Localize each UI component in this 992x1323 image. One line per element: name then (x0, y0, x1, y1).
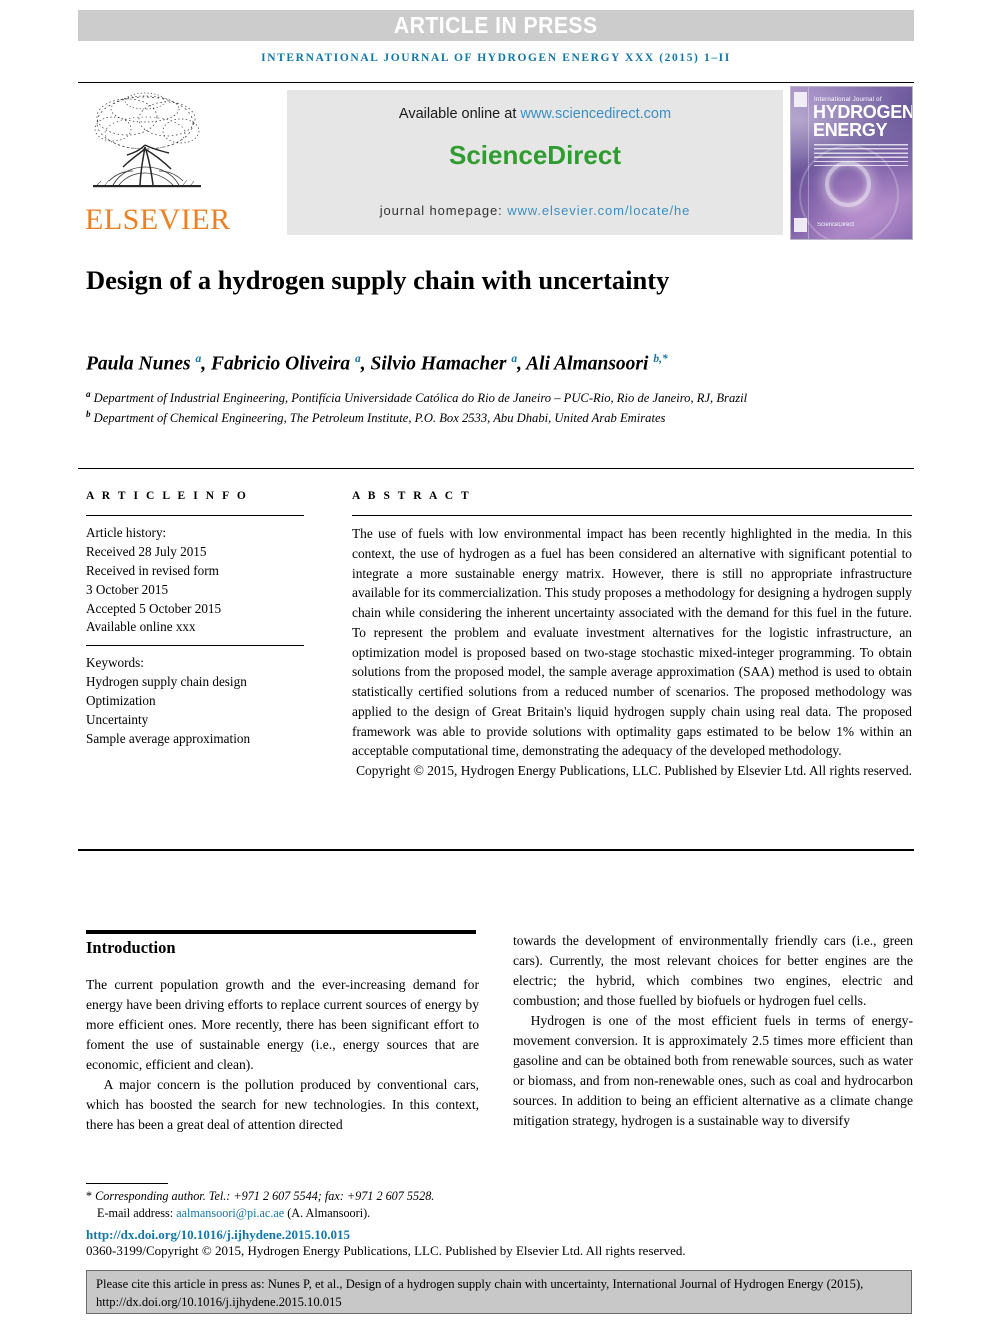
sciencedirect-banner: Available online at www.sciencedirect.co… (287, 90, 783, 235)
page-title: Design of a hydrogen supply chain with u… (86, 265, 670, 295)
cover-sciencedirect-mark: ScienceDirect (817, 222, 855, 228)
keyword-item: Optimization (86, 692, 156, 708)
paper-page: ARTICLE IN PRESS INTERNATIONAL JOURNAL O… (0, 0, 992, 1323)
affiliation-a-text: Department of Industrial Engineering, Po… (93, 391, 748, 406)
article-received: Received 28 July 2015 (86, 543, 207, 559)
journal-running-head: INTERNATIONAL JOURNAL OF HYDROGEN ENERGY… (261, 52, 731, 64)
intro-paragraph: towards the development of environmental… (513, 933, 913, 1009)
keywords-block: Keywords: Hydrogen supply chain design O… (86, 654, 326, 748)
email-link[interactable]: aalmansoori@pi.ac.ae (176, 1206, 284, 1220)
intro-paragraph: A major concern is the pollution produce… (86, 1077, 479, 1133)
article-available-online: Available online xxx (86, 619, 196, 635)
corresponding-author-note: * Corresponding author. Tel.: +971 2 607… (86, 1188, 546, 1205)
article-revised-date: 3 October 2015 (86, 581, 169, 597)
divider-below-abstract (78, 849, 914, 851)
journal-cover-thumbnail: International Journal of HYDROGEN ENERGY… (790, 86, 913, 240)
sciencedirect-text: ScienceDirect (449, 140, 621, 170)
article-accepted: Accepted 5 October 2015 (86, 600, 222, 616)
cite-this-article-box: Please cite this article in press as: Nu… (86, 1270, 912, 1314)
intro-paragraph: The current population growth and the ev… (86, 977, 479, 1073)
email-owner: (A. Almansoori). (284, 1206, 371, 1221)
intro-paragraph: Hydrogen is one of the most efficient fu… (513, 1013, 913, 1129)
keywords-rule (86, 645, 304, 646)
cover-ring-decoration (825, 161, 871, 207)
masthead: ELSEVIER Available online at www.science… (78, 82, 914, 241)
introduction-rule (86, 930, 476, 934)
affiliation-b-text: Department of Chemical Engineering, The … (93, 410, 666, 425)
author-list: Paula Nunes a, Fabricio Oliveira a, Silv… (86, 353, 668, 375)
journal-homepage-link[interactable]: www.elsevier.com/locate/he (507, 203, 690, 218)
journal-homepage-line: journal homepage: www.elsevier.com/locat… (287, 203, 783, 218)
article-revised-label: Received in revised form (86, 562, 219, 578)
corresponding-author-text: Corresponding author. Tel.: +971 2 607 5… (92, 1189, 435, 1203)
available-online-label: Available online at (398, 106, 521, 122)
abstract-rule (352, 515, 912, 516)
introduction-heading: Introduction (86, 938, 176, 957)
cover-title-line-2: ENERGY (813, 120, 888, 140)
affiliation-a: a Department of Industrial Engineering, … (86, 389, 748, 406)
email-label: E-mail address: (97, 1206, 177, 1221)
sciencedirect-url-link[interactable]: www.sciencedirect.com (520, 106, 671, 122)
body-column-left: The current population growth and the ev… (86, 975, 479, 1135)
article-info-rule (86, 515, 304, 516)
available-online-line: Available online at www.sciencedirect.co… (287, 106, 783, 122)
body-column-right: towards the development of environmental… (513, 931, 913, 1131)
cover-ijhe-icon (794, 218, 807, 232)
abstract-body: The use of fuels with low environmental … (352, 526, 912, 759)
abstract-heading: A B S T R A C T (352, 490, 472, 502)
footnote-block: * Corresponding author. Tel.: +971 2 607… (86, 1188, 546, 1223)
affiliations: a Department of Industrial Engineering, … (86, 388, 916, 427)
divider-above-article-info (78, 468, 914, 469)
cover-editor-lines (814, 144, 908, 166)
keyword-item: Sample average approximation (86, 730, 251, 746)
article-in-press-label: ARTICLE IN PRESS (394, 12, 598, 38)
issn-copyright-line: 0360-3199/Copyright © 2015, Hydrogen Ene… (86, 1243, 686, 1258)
article-history-block: Article history: Received 28 July 2015 R… (86, 524, 316, 637)
article-in-press-banner: ARTICLE IN PRESS (78, 10, 914, 41)
journal-homepage-label: journal homepage: (379, 203, 508, 218)
elsevier-tree-icon (93, 92, 201, 188)
cover-spine-line (808, 87, 809, 239)
keyword-item: Hydrogen supply chain design (86, 673, 247, 689)
cover-artwork: International Journal of HYDROGEN ENERGY… (791, 87, 912, 239)
elsevier-logo: ELSEVIER (83, 89, 230, 235)
keyword-item: Uncertainty (86, 711, 149, 727)
affiliation-b: b Department of Chemical Engineering, Th… (86, 408, 666, 425)
abstract-block: The use of fuels with low environmental … (352, 524, 912, 781)
cover-elsevier-icon (794, 92, 807, 107)
sciencedirect-wordmark: ScienceDirect (287, 140, 783, 171)
cover-title-line-1: HYDROGEN (813, 102, 913, 122)
email-note: E-mail address: aalmansoori@pi.ac.ae (A.… (86, 1205, 546, 1222)
abstract-copyright: Copyright © 2015, Hydrogen Energy Public… (356, 763, 912, 779)
footnote-rule (86, 1183, 168, 1184)
article-info-heading: A R T I C L E I N F O (86, 490, 249, 502)
doi-link[interactable]: http://dx.doi.org/10.1016/j.ijhydene.201… (86, 1227, 350, 1243)
keywords-label: Keywords: (86, 655, 144, 670)
article-history-label: Article history: (86, 525, 167, 540)
elsevier-wordmark: ELSEVIER (85, 203, 231, 236)
